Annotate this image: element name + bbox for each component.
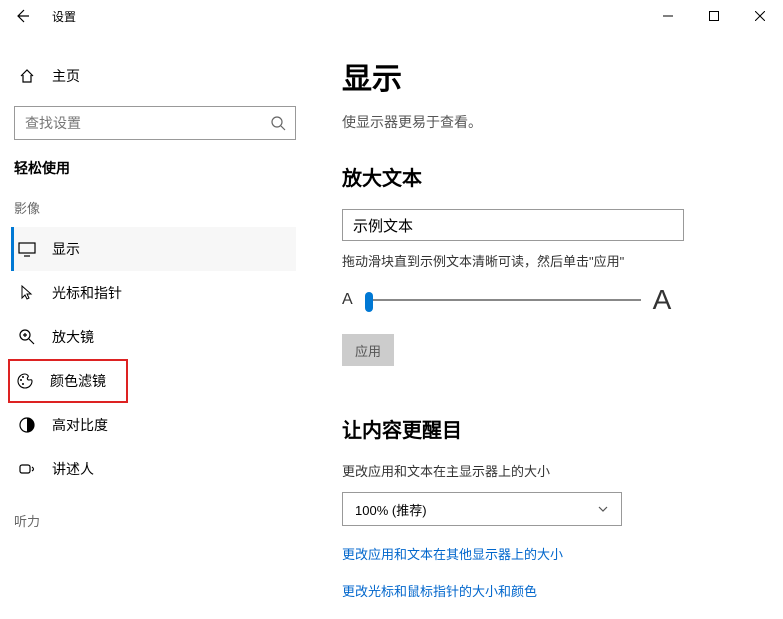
sidebar-item-label: 放大镜 <box>52 327 94 347</box>
home-icon <box>18 67 36 85</box>
section-text-size: 放大文本 <box>342 162 763 191</box>
close-button[interactable] <box>737 0 783 32</box>
narrator-icon <box>18 460 36 478</box>
minimize-icon <box>663 11 673 21</box>
window-title: 设置 <box>52 8 76 25</box>
sidebar-item-high-contrast[interactable]: 高对比度 <box>14 403 296 447</box>
arrow-left-icon <box>14 8 30 24</box>
section-everything-bigger: 让内容更醒目 <box>342 414 763 443</box>
home-nav[interactable]: 主页 <box>14 56 296 96</box>
search-wrap <box>14 106 296 140</box>
sidebar-item-label: 颜色滤镜 <box>50 371 106 391</box>
group-visual: 影像 <box>14 198 296 217</box>
maximize-button[interactable] <box>691 0 737 32</box>
sidebar-item-magnifier[interactable]: 放大镜 <box>14 315 296 359</box>
letter-large: A <box>653 284 672 316</box>
minimize-button[interactable] <box>645 0 691 32</box>
sidebar-item-label: 讲述人 <box>52 459 94 479</box>
section-heading: 轻松使用 <box>14 158 296 178</box>
titlebar: 设置 <box>0 0 783 32</box>
magnifier-icon <box>18 328 36 346</box>
search-icon <box>270 115 286 136</box>
scale-label: 更改应用和文本在主显示器上的大小 <box>342 461 763 480</box>
sidebar-item-label: 光标和指针 <box>52 283 122 303</box>
text-size-slider-row: A A <box>342 284 763 316</box>
maximize-icon <box>709 11 719 21</box>
page-title: 显示 <box>342 54 763 98</box>
cursor-icon <box>18 284 36 302</box>
search-input[interactable] <box>14 106 296 140</box>
palette-icon <box>16 372 34 390</box>
sample-text: 示例文本 <box>353 215 413 236</box>
group-hearing: 听力 <box>14 511 296 530</box>
chevron-down-icon <box>597 503 609 515</box>
back-button[interactable] <box>0 0 44 32</box>
sidebar-item-cursor[interactable]: 光标和指针 <box>14 271 296 315</box>
monitor-icon <box>18 240 36 258</box>
contrast-icon <box>18 416 36 434</box>
link-cursor-pointer[interactable]: 更改光标和鼠标指针的大小和颜色 <box>342 581 763 600</box>
apply-button[interactable]: 应用 <box>342 334 394 366</box>
slider-thumb[interactable] <box>365 292 373 312</box>
sidebar: 主页 轻松使用 影像 显示 光标和指针 放大镜 颜色滤镜 <box>0 32 310 619</box>
sidebar-item-label: 高对比度 <box>52 415 108 435</box>
scale-value: 100% (推荐) <box>355 500 427 519</box>
sample-text-box: 示例文本 <box>342 209 684 241</box>
sidebar-item-color-filters[interactable]: 颜色滤镜 <box>8 359 128 403</box>
scale-select[interactable]: 100% (推荐) <box>342 492 622 526</box>
sidebar-item-display[interactable]: 显示 <box>11 227 296 271</box>
close-icon <box>755 11 765 21</box>
link-other-displays[interactable]: 更改应用和文本在其他显示器上的大小 <box>342 544 763 563</box>
slider-hint: 拖动滑块直到示例文本清晰可读，然后单击"应用" <box>342 251 763 270</box>
main-panel: 显示 使显示器更易于查看。 放大文本 示例文本 拖动滑块直到示例文本清晰可读，然… <box>310 32 783 619</box>
text-size-slider[interactable] <box>365 299 641 301</box>
letter-small: A <box>342 291 353 309</box>
sidebar-item-narrator[interactable]: 讲述人 <box>14 447 296 491</box>
page-subtitle: 使显示器更易于查看。 <box>342 112 763 132</box>
sidebar-item-label: 显示 <box>52 239 80 259</box>
home-label: 主页 <box>52 66 80 86</box>
